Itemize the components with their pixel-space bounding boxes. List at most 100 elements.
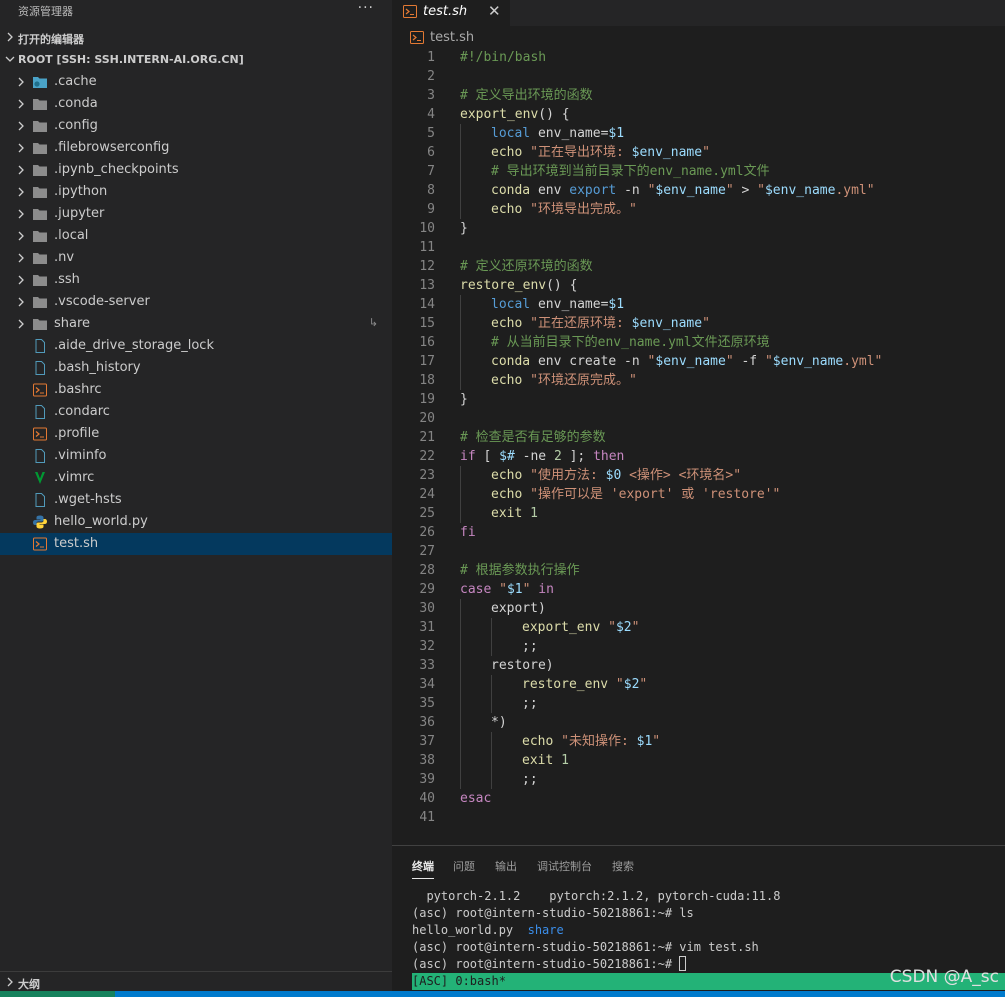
open-editors-section[interactable]: 打开的编辑器 [0, 27, 392, 49]
root-folder-section[interactable]: ROOT [SSH: SSH.INTERN-AI.ORG.CN] [0, 49, 392, 71]
code-token: conda [491, 354, 531, 369]
chevron-right-icon [18, 231, 24, 241]
code-line: 21 # 检查是否有足够的参数 [392, 428, 1005, 447]
code-token: # 从当前目录下的env_name.yml文件还原环境 [491, 335, 770, 350]
line-number: 15 [419, 316, 435, 331]
line-number: 18 [419, 373, 435, 388]
tree-file[interactable]: .condarc [0, 401, 392, 423]
close-icon[interactable]: ✕ [488, 2, 501, 20]
code-token: exit [522, 753, 554, 768]
tree-folder[interactable]: .nv [0, 247, 392, 269]
tree-folder[interactable]: .config [0, 115, 392, 137]
code-token: "正在导出环境: [530, 145, 632, 160]
chevron-down-icon [5, 56, 15, 62]
tree-item-label: .condarc [54, 404, 110, 419]
tree-folder[interactable]: .vscode-server [0, 291, 392, 313]
indent-guide [460, 599, 461, 618]
line-number: 21 [419, 430, 435, 445]
tree-file[interactable]: .viminfo [0, 445, 392, 467]
tree-file[interactable]: test.sh [0, 533, 392, 555]
tree-folder[interactable]: .ipython [0, 181, 392, 203]
code-line: 14 local env_name=$1 [392, 295, 1005, 314]
tree-folder[interactable]: .cache [0, 71, 392, 93]
more-actions-icon[interactable]: ··· [358, 0, 374, 16]
code-text: # 定义还原环境的函数 [460, 257, 593, 276]
line-number: 34 [419, 677, 435, 692]
code-line: 24 echo "操作可以是 'export' 或 'restore'" [392, 485, 1005, 504]
tree-folder[interactable]: .conda [0, 93, 392, 115]
code-text: echo "使用方法: $0 <操作> <环境名>" [491, 466, 741, 485]
line-number: 37 [419, 734, 435, 749]
tree-folder[interactable]: .filebrowserconfig [0, 137, 392, 159]
tree-item-label: .bashrc [54, 382, 102, 397]
explorer-sidebar: 资源管理器 ··· 打开的编辑器 ROOT [SSH: SSH.INTERN-A… [0, 0, 392, 997]
code-text: *) [491, 713, 507, 732]
file-icon [35, 361, 45, 375]
tree-file[interactable]: .vimrc [0, 467, 392, 489]
folder-icon [33, 209, 47, 220]
code-token: exit [491, 506, 523, 521]
tree-item-label: .nv [54, 250, 75, 265]
code-token: env_name= [530, 126, 609, 141]
line-number: 8 [427, 183, 435, 198]
tab-debug-console[interactable]: 调试控制台 [537, 858, 592, 874]
terminal[interactable]: pytorch-2.1.2 pytorch:2.1.2, pytorch-cud… [412, 888, 780, 973]
code-token: -n [616, 183, 648, 198]
terminal-prompt-line: (asc) root@intern-studio-50218861:~# [412, 956, 780, 973]
code-line: 5 local env_name=$1 [392, 124, 1005, 143]
indent-guide [460, 143, 461, 162]
tree-file[interactable]: hello_world.py [0, 511, 392, 533]
code-token: # 检查是否有足够的参数 [460, 430, 606, 445]
tab-terminal[interactable]: 终端 [412, 858, 434, 879]
chevron-right-icon [18, 143, 24, 153]
code-line: 41 [392, 808, 1005, 827]
tree-file[interactable]: .aide_drive_storage_lock [0, 335, 392, 357]
indent-guide [460, 352, 461, 371]
line-number: 6 [427, 145, 435, 160]
tree-folder[interactable]: .ssh [0, 269, 392, 291]
code-line: 3 # 定义导出环境的函数 [392, 86, 1005, 105]
tab-output[interactable]: 输出 [495, 858, 517, 874]
code-token: $env_name [631, 316, 703, 331]
code-text: restore_env() { [460, 276, 577, 295]
tree-folder[interactable]: .ipynb_checkpoints [0, 159, 392, 181]
editor-tab-test-sh[interactable]: test.sh ✕ [392, 0, 510, 26]
code-token: " [608, 620, 616, 635]
line-number: 1 [427, 50, 435, 65]
code-token: $1 [506, 582, 523, 597]
code-text: case "$1" in [460, 580, 554, 599]
indent-guide [460, 732, 461, 751]
code-token: " [725, 354, 734, 369]
tree-file[interactable]: .profile [0, 423, 392, 445]
file-icon [35, 493, 45, 507]
line-number: 31 [419, 620, 435, 635]
code-editor[interactable]: 1 #!/bin/bash 2 3 # 定义导出环境的函数 4 export_env() {… [392, 48, 1005, 827]
code-text: local env_name=$1 [491, 295, 624, 314]
code-token: restore_env [460, 278, 547, 293]
indent-guide [460, 162, 461, 181]
breadcrumb[interactable]: test.sh [392, 28, 1005, 48]
tree-folder[interactable]: share ↳ [0, 313, 392, 335]
code-token: -ne [514, 449, 554, 464]
terminal-line: pytorch-2.1.2 pytorch:2.1.2, pytorch-cud… [412, 889, 781, 903]
tree-file[interactable]: .bashrc [0, 379, 392, 401]
line-number: 28 [419, 563, 435, 578]
remote-indicator[interactable] [0, 991, 115, 997]
code-text: local env_name=$1 [491, 124, 624, 143]
chevron-right-icon [18, 319, 24, 329]
tree-folder[interactable]: .jupyter [0, 203, 392, 225]
outline-section[interactable]: 大纲 [0, 971, 392, 991]
code-token: env [530, 183, 570, 198]
code-token: local [491, 126, 531, 141]
tab-problems[interactable]: 问题 [453, 858, 475, 874]
tree-file[interactable]: .wget-hsts [0, 489, 392, 511]
tab-search[interactable]: 搜索 [612, 858, 634, 874]
folder-icon [33, 187, 47, 198]
code-text: # 根据参数执行操作 [460, 561, 580, 580]
code-token: *) [491, 715, 507, 730]
tree-folder[interactable]: .local [0, 225, 392, 247]
tree-file[interactable]: .bash_history [0, 357, 392, 379]
